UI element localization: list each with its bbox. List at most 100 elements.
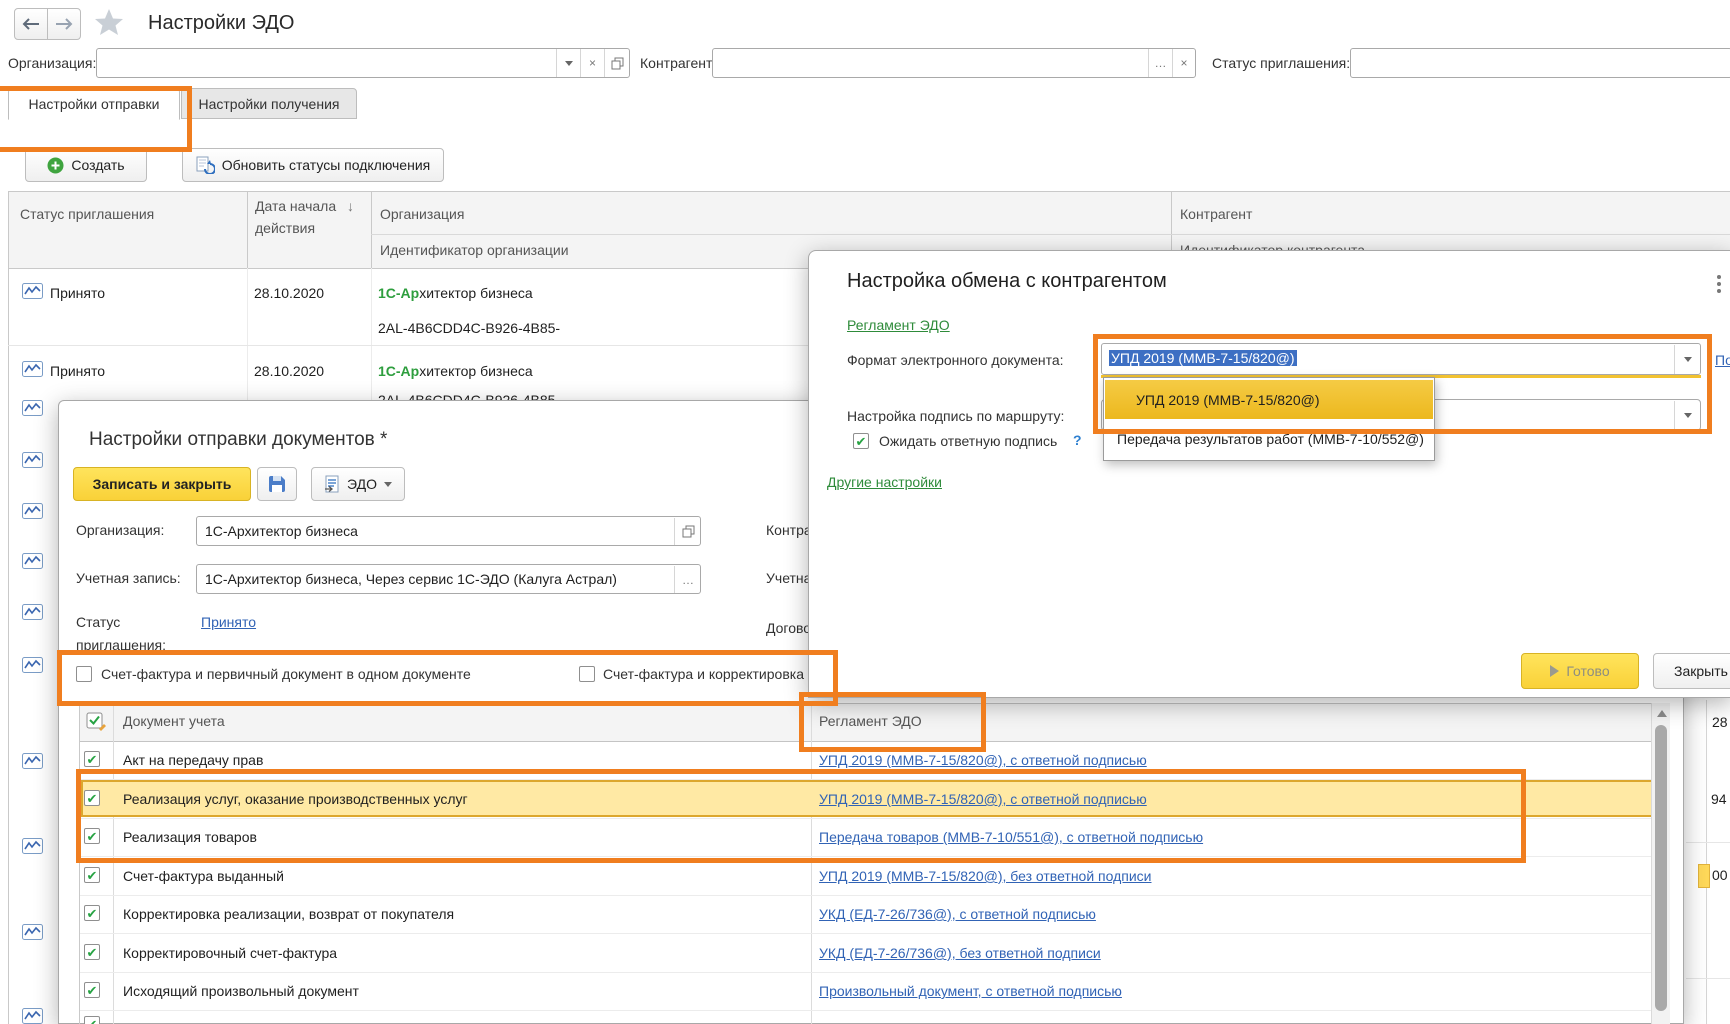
reglament-link[interactable]: УПД 2019 (ММВ-7-15/820@), с ответной под… (819, 752, 1147, 768)
org-field[interactable]: 1С-Архитектор бизнеса (196, 516, 701, 546)
reglament-link[interactable]: УКД (ЕД-7-26/736@), с ответной подписью (819, 906, 1096, 922)
sort-descending-icon[interactable]: ↓ (347, 198, 354, 214)
reglament-link[interactable]: Передача товаров (ММВ-7-10/551@), с отве… (819, 829, 1203, 845)
org-filter-input[interactable] (96, 48, 630, 78)
row-enabled-checkbox[interactable] (84, 1016, 100, 1024)
truncated-cell-fragment: 28 (1712, 714, 1728, 730)
start-date-value: 28.10.2020 (254, 363, 324, 379)
forward-button[interactable] (47, 8, 81, 40)
edo-menu-button[interactable]: ЭДО (311, 467, 405, 501)
refresh-statuses-button[interactable]: Обновить статусы подключения (182, 148, 444, 182)
account-select-icon[interactable]: … (675, 566, 701, 593)
invoice-correction-label: Счет-фактура и корректировка (603, 666, 804, 682)
edo-menu-label: ЭДО (347, 476, 377, 492)
route-signature-label: Настройка подпись по маршруту: (847, 408, 1064, 424)
account-field-value: 1С-Архитектор бизнеса, Через сервис 1С-Э… (205, 571, 617, 587)
row-enabled-checkbox[interactable] (84, 828, 100, 844)
dialog-title: Настройка обмена с контрагентом (847, 270, 1167, 293)
kebab-menu-icon[interactable] (1715, 275, 1723, 297)
page-title: Настройки ЭДО (148, 12, 294, 35)
account-field-label: Учетная запись: (76, 570, 181, 586)
save-button[interactable] (257, 467, 297, 501)
invoice-primary-one-doc-checkbox[interactable] (76, 666, 92, 682)
save-and-close-button[interactable]: Записать и закрыть (73, 467, 251, 501)
col-organization[interactable]: Организация (380, 206, 464, 222)
row-enabled-checkbox[interactable] (84, 905, 100, 921)
row-enabled-checkbox[interactable] (84, 790, 100, 806)
play-icon (1550, 665, 1559, 677)
highlight-fragment (1698, 864, 1710, 888)
doc-type-cell: Корректировка реализации, возврат от пок… (123, 906, 454, 922)
route-dropdown-icon[interactable] (1675, 401, 1701, 430)
help-icon[interactable]: ? (1073, 432, 1082, 448)
org-filter-dropdown-icon[interactable] (557, 49, 580, 77)
col-start-date-line1[interactable]: Дата начала (255, 198, 336, 214)
org-field-label: Организация: (76, 522, 164, 538)
reglament-link[interactable]: Произвольный документ, с ответной подпис… (819, 983, 1122, 999)
invite-status-link[interactable]: Принято (201, 614, 256, 630)
col-start-date-line2: действия (255, 220, 315, 236)
chevron-down-icon (384, 482, 392, 487)
close-button-label: Закрыть (1674, 663, 1728, 679)
counterparty-filter-input[interactable] (712, 48, 1196, 78)
select-all-icon[interactable] (86, 711, 106, 731)
format-dropdown-list: УПД 2019 (ММВ-7-15/820@) Передача резуль… (1103, 377, 1435, 461)
back-button[interactable] (14, 8, 48, 40)
invite-status-filter-input[interactable] (1350, 48, 1730, 78)
col-organization-id[interactable]: Идентификатор организации (380, 242, 569, 258)
col-edo-reglament[interactable]: Регламент ЭДО (819, 713, 922, 729)
invite-status-value: Принято (50, 363, 105, 379)
done-button[interactable]: Готово (1521, 653, 1639, 689)
refresh-statuses-button-label: Обновить статусы подключения (222, 157, 430, 173)
reglament-link[interactable]: УПД 2019 (ММВ-7-15/820@), с ответной под… (819, 791, 1147, 807)
counterparty-filter-clear-icon[interactable]: × (1173, 49, 1195, 77)
other-settings-link[interactable]: Другие настройки (827, 474, 942, 490)
organization-value: 1С-Архитектор бизнеса (378, 363, 533, 379)
invite-status-filter-label: Статус приглашения: (1212, 55, 1350, 71)
invoice-primary-one-doc-label: Счет-фактура и первичный документ в одно… (101, 666, 471, 682)
col-counterparty[interactable]: Контрагент (1180, 206, 1252, 222)
po-link[interactable]: По (1715, 352, 1730, 368)
org-field-value: 1С-Архитектор бизнеса (205, 523, 358, 539)
account-field[interactable]: 1С-Архитектор бизнеса, Через сервис 1С-Э… (196, 564, 701, 594)
tab-receive-settings[interactable]: Настройки получения (181, 88, 357, 119)
contract-field-label: Догово (766, 620, 811, 636)
org-filter-clear-icon[interactable]: × (581, 49, 604, 77)
reglament-link[interactable]: УКД (ЕД-7-26/736@), без ответной подписи (819, 945, 1101, 961)
counterparty-field-label: Контра (766, 522, 812, 538)
status-icon (22, 657, 43, 673)
org-open-icon[interactable] (675, 518, 701, 545)
counterparty-filter-select-icon[interactable]: … (1149, 49, 1172, 77)
col-invite-status[interactable]: Статус приглашения (20, 206, 154, 222)
dropdown-option[interactable]: Передача результатов работ (ММВ-7-10/552… (1105, 419, 1433, 458)
scroll-up-icon[interactable] (1657, 710, 1667, 717)
status-icon (22, 283, 43, 299)
close-button[interactable]: Закрыть (1653, 653, 1730, 689)
edo-document-icon (324, 475, 340, 493)
reglament-link[interactable]: УПД 2019 (ММВ-7-15/820@), без ответной п… (819, 868, 1152, 884)
row-enabled-checkbox[interactable] (84, 982, 100, 998)
dropdown-option-selected[interactable]: УПД 2019 (ММВ-7-15/820@) (1105, 380, 1433, 419)
create-button-label: Создать (71, 157, 124, 173)
invoice-correction-checkbox[interactable] (579, 666, 595, 682)
create-button[interactable]: Создать (25, 148, 147, 182)
row-enabled-checkbox[interactable] (84, 944, 100, 960)
org-filter-label: Организация: (8, 55, 96, 71)
wait-signature-checkbox[interactable] (853, 433, 869, 449)
scrollbar-thumb[interactable] (1655, 725, 1667, 1011)
status-icon (22, 604, 43, 620)
doc-table-scrollbar[interactable] (1651, 703, 1670, 1024)
col-doc-type[interactable]: Документ учета (123, 713, 225, 729)
doc-type-cell: Корректировочный счет-фактура (123, 945, 337, 961)
reglament-edo-link[interactable]: Регламент ЭДО (847, 317, 950, 333)
row-enabled-checkbox[interactable] (84, 867, 100, 883)
format-dropdown-icon[interactable] (1675, 345, 1701, 374)
format-label: Формат электронного документа: (847, 352, 1064, 368)
doc-type-cell: Акт на передачу прав (123, 752, 263, 768)
org-filter-open-icon[interactable] (605, 49, 629, 77)
row-enabled-checkbox[interactable] (84, 751, 100, 767)
tab-send-settings[interactable]: Настройки отправки (8, 88, 180, 120)
favorite-star-icon[interactable] (94, 8, 124, 41)
save-icon (268, 475, 286, 493)
format-combobox[interactable]: УПД 2019 (ММВ-7-15/820@) (1101, 343, 1701, 375)
